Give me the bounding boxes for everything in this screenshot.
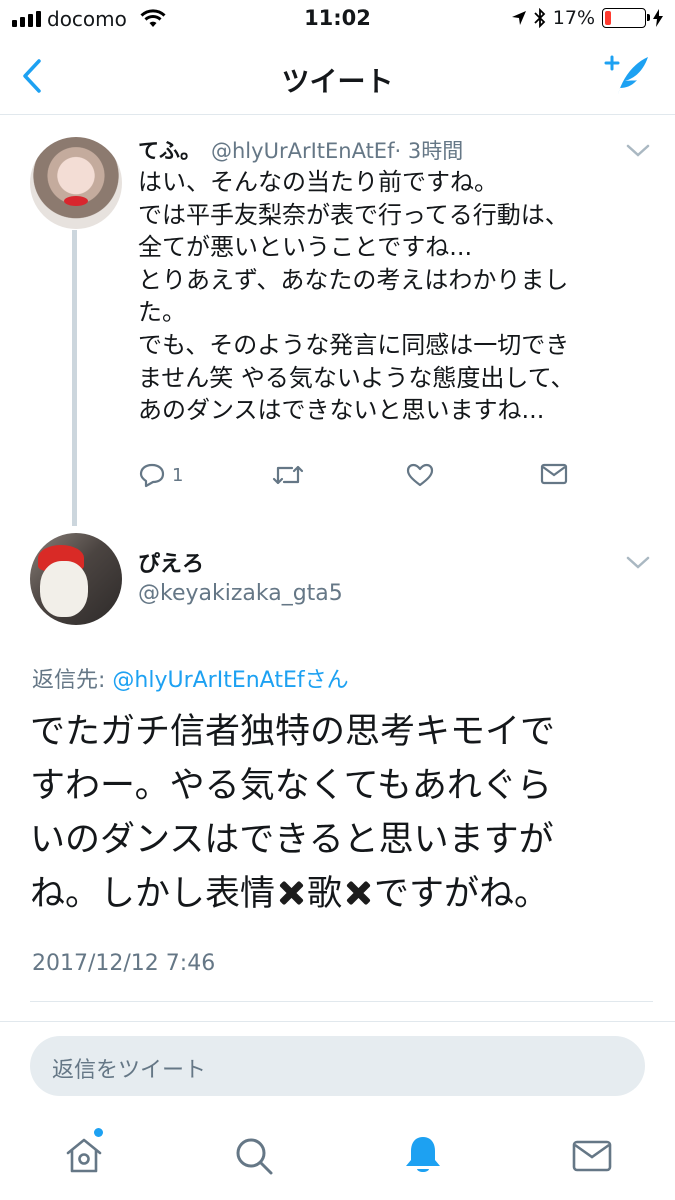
tweet-text-line: すわー。やる気なくてもあれぐら — [30, 766, 552, 806]
dm-share-button[interactable] — [540, 462, 568, 486]
tweet-time: · 3時間 — [394, 139, 464, 163]
tab-bar — [0, 1118, 675, 1200]
tweet-actions: 1 — [0, 462, 675, 498]
search-icon[interactable] — [234, 1136, 274, 1176]
divider — [30, 1001, 653, 1002]
tweet-text-segment: 歌 — [307, 874, 343, 914]
display-name[interactable]: てふ。 — [138, 139, 201, 163]
status-bar: docomo 11:02 17% — [0, 0, 675, 40]
tweet-text-segment: ですがね。 — [374, 874, 550, 914]
reply-button[interactable]: 1 — [138, 462, 183, 488]
tweet-text-line: とりあえず、あなたの考えはわかりまし — [138, 265, 569, 294]
chevron-down-icon[interactable] — [626, 144, 650, 158]
tweet-text-line: でたガチ信者独特の思考キモイで — [30, 712, 556, 752]
divider — [0, 1021, 675, 1022]
page-title: ツイート — [281, 65, 394, 98]
retweet-icon — [272, 465, 304, 485]
nav-bar: ツイート — [0, 40, 675, 115]
messages-envelope-icon[interactable] — [572, 1139, 612, 1173]
chevron-down-icon[interactable] — [626, 556, 650, 570]
reply-to-suffix[interactable]: さん — [305, 668, 349, 693]
tweet-text-line: た。 — [138, 298, 186, 327]
charging-icon — [653, 9, 663, 27]
tweet-text-line: ません笑 やる気ないような態度出して、 — [138, 363, 575, 392]
user-handle[interactable]: @hlyUrArItEnAtEf — [211, 139, 394, 163]
notifications-bell-icon[interactable] — [403, 1134, 443, 1176]
tweet-text-line: はい、そんなの当たり前ですね。 — [138, 168, 498, 196]
cross-mark-icon — [344, 879, 372, 907]
retweet-button[interactable] — [272, 462, 304, 488]
home-icon[interactable] — [64, 1136, 104, 1176]
tweet-text: はい、そんなの当たり前ですね。 では平手友梨奈が表で行ってる行動は、 全てが悪い… — [138, 166, 638, 427]
like-button[interactable] — [406, 462, 434, 488]
reply-count: 1 — [172, 464, 184, 486]
reply-placeholder: 返信をツイート — [52, 1058, 207, 1083]
heart-icon — [406, 463, 434, 487]
reply-to-handle-link[interactable]: @hlyUrArItEnAtEf — [112, 668, 304, 693]
avatar[interactable] — [30, 533, 122, 625]
battery-percent: 17% — [552, 7, 595, 29]
tweet-text-line: でも、そのような発言に同感は一切でき — [138, 330, 570, 359]
tweet-text-segment: ね。しかし表情 — [30, 874, 276, 914]
envelope-icon — [540, 463, 568, 485]
tweet-text-line: 全てが悪いということですね... — [138, 233, 473, 262]
reply-label: 返信先: — [32, 668, 113, 693]
bluetooth-icon — [534, 8, 546, 28]
user-handle[interactable]: @keyakizaka_gta5 — [138, 581, 343, 606]
tweet-text-line: いのダンスはできると思いますが — [30, 820, 554, 860]
reply-icon — [139, 463, 165, 488]
reply-input[interactable]: 返信をツイート — [30, 1036, 645, 1096]
focused-tweet-text: でたガチ信者独特の思考キモイで すわー。やる気なくてもあれぐら いのダンスはでき… — [30, 705, 650, 921]
tweet-text-line: あのダンスはできないと思いますね... — [138, 396, 545, 425]
cross-mark-icon — [277, 879, 305, 907]
tweet-text-line: ね。しかし表情歌ですがね。 — [30, 867, 650, 921]
reply-context: 返信先: @hlyUrArItEnAtEfさん — [32, 662, 349, 694]
avatar[interactable] — [30, 137, 122, 229]
tweet-text-line: では平手友梨奈が表で行ってる行動は、 — [138, 200, 569, 229]
battery-icon — [602, 8, 650, 28]
tweet-timestamp: 2017/12/12 7:46 — [32, 951, 216, 976]
display-name[interactable]: ぴえろ — [138, 546, 204, 578]
location-icon — [511, 11, 526, 25]
tweet-header: てふ。 @hlyUrArItEnAtEf· 3時間 — [138, 135, 463, 165]
compose-tweet-icon[interactable] — [604, 54, 650, 96]
